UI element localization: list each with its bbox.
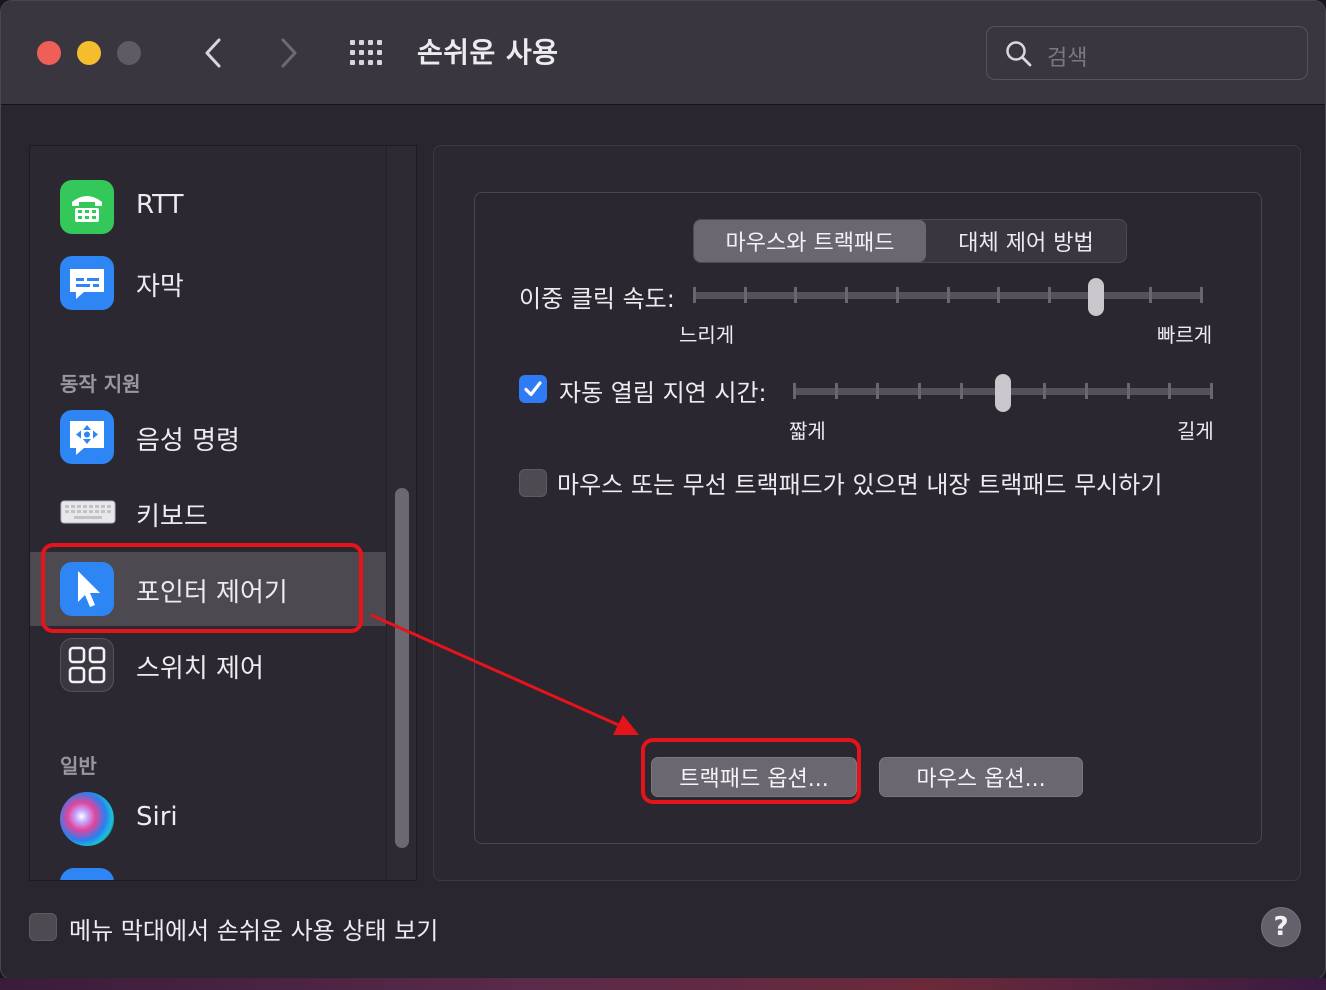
- help-button[interactable]: ?: [1261, 907, 1301, 947]
- show-status-menu-checkbox[interactable]: [29, 913, 57, 941]
- desktop-background: [0, 978, 1326, 990]
- annotation-arrow: [370, 613, 639, 735]
- show-status-menu-label: 메뉴 막대에서 손쉬운 사용 상태 보기: [69, 917, 439, 945]
- system-preferences-window: 손쉬운 사용 검색 RTT 자막 동작 지원 음성 명령 키보드 포인터 제어기…: [0, 0, 1326, 980]
